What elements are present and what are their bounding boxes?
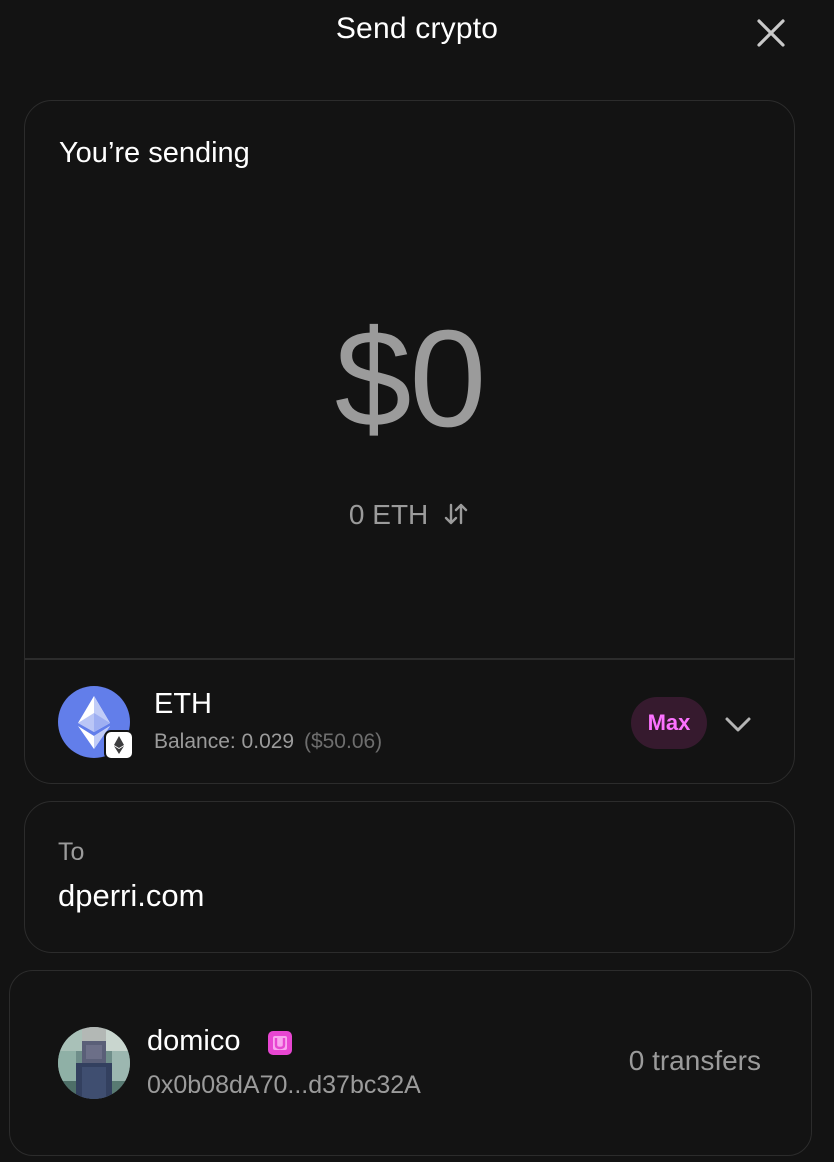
transfers-count: 0 transfers — [628, 1045, 761, 1076]
max-button[interactable]: Max — [631, 697, 707, 749]
token-selector[interactable]: ETH Balance: 0.029 ($50.06) Max — [25, 660, 794, 783]
to-label: To — [58, 838, 85, 866]
recipient-suggestion[interactable]: domico 0x0b08dA70...d37bc32A 0 transfers — [9, 970, 812, 1156]
token-balance: Balance: 0.029 ($50.06) — [154, 730, 382, 754]
balance-usd: ($50.06) — [303, 730, 383, 753]
chevron-down-icon[interactable] — [722, 708, 754, 740]
avatar — [58, 1027, 130, 1099]
send-amount-card: You’re sending $0 0 ETH ETH Balance: 0.0… — [24, 100, 795, 784]
token-amount-toggle[interactable]: 0 ETH — [25, 499, 794, 535]
balance-amount: Balance: 0.029 — [154, 730, 295, 753]
modal-header: Send crypto — [0, 0, 834, 64]
unitag-badge-icon — [268, 1031, 292, 1055]
swap-vertical-icon[interactable] — [442, 500, 470, 535]
fiat-amount-input[interactable]: $0 — [25, 309, 794, 449]
close-icon[interactable] — [750, 12, 792, 54]
close-button[interactable] — [750, 12, 792, 54]
ethereum-chain-icon — [104, 730, 134, 760]
recipient-address: 0x0b08dA70...d37bc32A — [147, 1071, 421, 1099]
sending-label: You’re sending — [59, 137, 250, 169]
recipient-name: domico — [147, 1025, 241, 1057]
token-symbol: ETH — [154, 688, 212, 720]
recipient-input[interactable]: dperri.com — [58, 878, 204, 914]
recipient-input-card[interactable]: To dperri.com — [24, 801, 795, 953]
modal-title: Send crypto — [335, 12, 499, 45]
token-amount-text: 0 ETH — [348, 499, 429, 530]
